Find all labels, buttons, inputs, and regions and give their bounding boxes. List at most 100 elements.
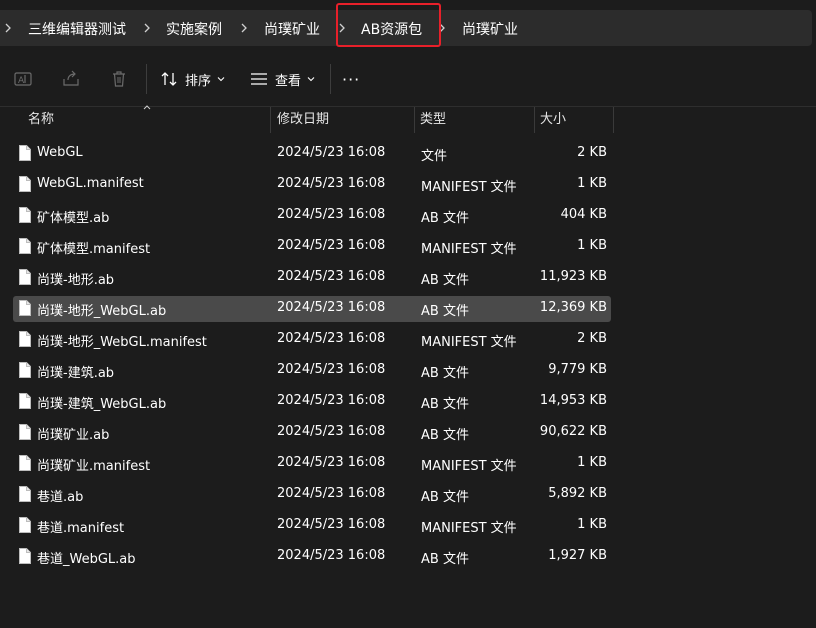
file-name: WebGL bbox=[37, 145, 83, 160]
file-date: 2024/5/23 16:08 bbox=[277, 486, 386, 501]
column-header-size[interactable]: 大小 bbox=[540, 107, 566, 133]
view-button[interactable]: 查看 bbox=[250, 68, 315, 90]
file-icon bbox=[19, 548, 31, 564]
file-date: 2024/5/23 16:08 bbox=[277, 300, 386, 315]
file-size: 1,927 KB bbox=[548, 548, 607, 563]
file-name: 尚璞-地形_WebGL.ab bbox=[37, 304, 167, 319]
file-size: 2 KB bbox=[577, 331, 607, 346]
column-header-type[interactable]: 类型 bbox=[420, 107, 446, 133]
file-size: 11,923 KB bbox=[539, 269, 607, 284]
file-type: MANIFEST 文件 bbox=[421, 521, 517, 536]
column-divider[interactable] bbox=[270, 107, 271, 133]
breadcrumb-item[interactable]: 尚璞矿业 bbox=[462, 19, 518, 39]
file-row[interactable]: 尚璞-地形_WebGL.manifest 2024/5/23 16:08 MANIF… bbox=[13, 327, 611, 353]
file-name: WebGL.manifest bbox=[37, 176, 144, 191]
file-row[interactable]: 尚璞-地形_WebGL.ab 2024/5/23 16:08 AB 文件 12,369… bbox=[13, 296, 611, 322]
file-type: MANIFEST 文件 bbox=[421, 242, 517, 257]
file-icon bbox=[19, 362, 31, 378]
file-name: 尚璞矿业.ab bbox=[37, 428, 110, 443]
file-row[interactable]: 尚璞矿业.manifest 2024/5/23 16:08 MANIFEST 文件 1… bbox=[13, 451, 611, 477]
file-type: AB 文件 bbox=[421, 397, 469, 412]
breadcrumb-item[interactable]: 尚璞矿业 bbox=[264, 19, 320, 39]
file-row[interactable]: 尚璞-地形.ab 2024/5/23 16:08 AB 文件 11,923 KB bbox=[13, 265, 611, 291]
file-type: AB 文件 bbox=[421, 428, 469, 443]
file-icon bbox=[19, 300, 31, 316]
file-size: 1 KB bbox=[577, 517, 607, 532]
file-row[interactable]: WebGL.manifest 2024/5/23 16:08 MANIFEST 文件… bbox=[13, 172, 611, 198]
file-type: AB 文件 bbox=[421, 490, 469, 505]
file-name: 尚璞-地形_WebGL.manifest bbox=[37, 335, 207, 350]
file-date: 2024/5/23 16:08 bbox=[277, 517, 386, 532]
file-icon bbox=[19, 207, 31, 223]
column-header-name[interactable]: 名称 bbox=[28, 107, 54, 133]
breadcrumb-item[interactable]: 三维编辑器测试 bbox=[28, 19, 126, 39]
toolbar-divider bbox=[330, 64, 331, 94]
chevron-down-icon bbox=[307, 77, 315, 82]
breadcrumb-item[interactable]: 实施案例 bbox=[166, 19, 222, 39]
file-type: MANIFEST 文件 bbox=[421, 180, 517, 195]
more-icon[interactable]: ··· bbox=[342, 68, 360, 90]
file-date: 2024/5/23 16:08 bbox=[277, 238, 386, 253]
file-icon bbox=[19, 424, 31, 440]
file-date: 2024/5/23 16:08 bbox=[277, 455, 386, 470]
file-row[interactable]: 巷道_WebGL.ab 2024/5/23 16:08 AB 文件 1,927 KB bbox=[13, 544, 611, 570]
chevron-right-icon[interactable] bbox=[240, 20, 250, 36]
chevron-right-icon[interactable] bbox=[143, 20, 153, 36]
file-size: 90,622 KB bbox=[539, 424, 607, 439]
file-size: 1 KB bbox=[577, 455, 607, 470]
file-date: 2024/5/23 16:08 bbox=[277, 424, 386, 439]
file-icon bbox=[19, 269, 31, 285]
file-icon bbox=[19, 486, 31, 502]
file-date: 2024/5/23 16:08 bbox=[277, 393, 386, 408]
file-date: 2024/5/23 16:08 bbox=[277, 548, 386, 563]
file-row[interactable]: 巷道.ab 2024/5/23 16:08 AB 文件 5,892 KB bbox=[13, 482, 611, 508]
toolbar-divider bbox=[146, 64, 147, 94]
file-type: AB 文件 bbox=[421, 273, 469, 288]
view-icon bbox=[251, 73, 267, 85]
share-icon[interactable] bbox=[60, 68, 82, 90]
file-row[interactable]: 尚璞-建筑.ab 2024/5/23 16:08 AB 文件 9,779 KB bbox=[13, 358, 611, 384]
file-icon bbox=[19, 238, 31, 254]
file-name: 巷道_WebGL.ab bbox=[37, 552, 136, 567]
file-name: 尚璞-建筑.ab bbox=[37, 366, 115, 381]
file-row[interactable]: 尚璞-建筑_WebGL.ab 2024/5/23 16:08 AB 文件 14,953… bbox=[13, 389, 611, 415]
sort-button[interactable]: 排序 bbox=[160, 68, 225, 90]
chevron-down-icon bbox=[217, 77, 225, 82]
file-row[interactable]: 矿体模型.ab 2024/5/23 16:08 AB 文件 404 KB bbox=[13, 203, 611, 229]
file-size: 5,892 KB bbox=[548, 486, 607, 501]
file-size: 2 KB bbox=[577, 145, 607, 160]
scrollbar[interactable] bbox=[810, 110, 812, 622]
file-row[interactable]: WebGL 2024/5/23 16:08 文件 2 KB bbox=[13, 141, 611, 167]
file-date: 2024/5/23 16:08 bbox=[277, 207, 386, 222]
file-size: 12,369 KB bbox=[539, 300, 607, 315]
file-name: 矿体模型.manifest bbox=[37, 242, 151, 257]
sort-ascending-icon bbox=[143, 105, 151, 110]
delete-icon[interactable] bbox=[108, 68, 130, 90]
sort-icon bbox=[161, 72, 177, 86]
file-icon bbox=[19, 176, 31, 192]
sort-label: 排序 bbox=[185, 73, 212, 89]
file-type: AB 文件 bbox=[421, 552, 469, 567]
column-divider[interactable] bbox=[613, 107, 614, 133]
rename-icon[interactable]: A bbox=[12, 68, 34, 90]
column-divider[interactable] bbox=[414, 107, 415, 133]
file-icon bbox=[19, 455, 31, 471]
column-divider[interactable] bbox=[534, 107, 535, 133]
file-size: 14,953 KB bbox=[539, 393, 607, 408]
file-row[interactable]: 巷道.manifest 2024/5/23 16:08 MANIFEST 文件 1 K… bbox=[13, 513, 611, 539]
file-name: 尚璞-地形.ab bbox=[37, 273, 115, 288]
file-row[interactable]: 矿体模型.manifest 2024/5/23 16:08 MANIFEST 文件 1… bbox=[13, 234, 611, 260]
toolbar-separator bbox=[0, 106, 816, 107]
file-row[interactable]: 尚璞矿业.ab 2024/5/23 16:08 AB 文件 90,622 KB bbox=[13, 420, 611, 446]
column-header-date[interactable]: 修改日期 bbox=[277, 107, 329, 133]
file-icon bbox=[19, 145, 31, 161]
file-name: 巷道.ab bbox=[37, 490, 84, 505]
file-size: 404 KB bbox=[560, 207, 607, 222]
annotation-highlight-box bbox=[336, 3, 441, 47]
file-size: 1 KB bbox=[577, 238, 607, 253]
file-type: MANIFEST 文件 bbox=[421, 335, 517, 350]
file-size: 9,779 KB bbox=[548, 362, 607, 377]
chevron-right-icon[interactable] bbox=[4, 20, 14, 36]
file-type: AB 文件 bbox=[421, 211, 469, 226]
file-date: 2024/5/23 16:08 bbox=[277, 145, 386, 160]
